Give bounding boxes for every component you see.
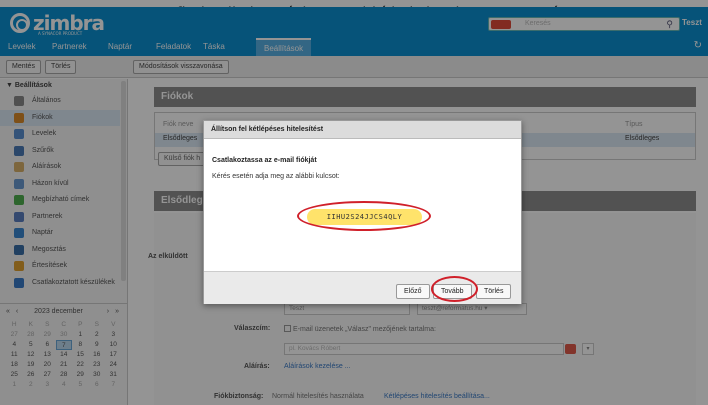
next-highlight-circle <box>431 276 478 302</box>
two-step-dialog: Állítson fel kétlépéses hitelesítést Csa… <box>203 120 522 304</box>
dialog-title: Állítson fel kétlépéses hitelesítést <box>204 121 521 139</box>
key-highlight-circle <box>297 201 431 231</box>
dialog-heading: Csatlakoztassa az e-mail fiókját <box>212 157 317 164</box>
dialog-subtitle: Kérés esetén adja meg az alábbi kulcsot: <box>212 173 340 180</box>
previous-button[interactable]: Előző <box>396 284 430 299</box>
cancel-button[interactable]: Törlés <box>476 284 512 299</box>
